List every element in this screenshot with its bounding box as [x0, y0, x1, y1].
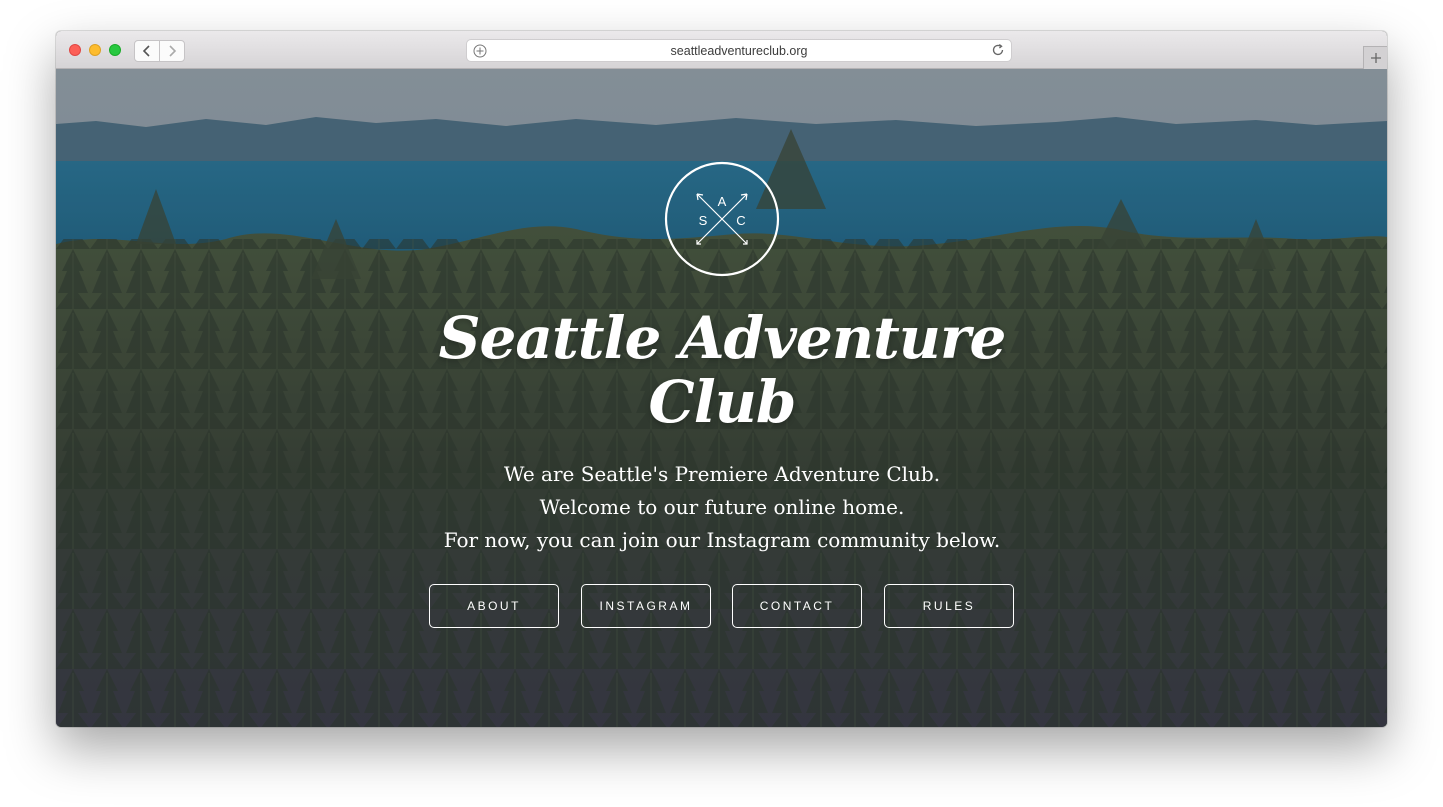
about-button[interactable]: ABOUT [429, 584, 559, 628]
tagline-line-1: We are Seattle's Premiere Adventure Club… [503, 462, 941, 486]
forward-button[interactable] [159, 40, 185, 62]
logo-letter-a: A [718, 194, 727, 209]
chevron-left-icon [142, 45, 150, 57]
hero-section: A S C Seattle Adventure Club We are Seat… [56, 69, 1387, 727]
contact-button[interactable]: CONTACT [732, 584, 862, 628]
new-tab-button[interactable] [1363, 46, 1387, 69]
logo-letter-s: S [699, 213, 708, 228]
maximize-window-button[interactable] [109, 44, 121, 56]
tagline-line-3: For now, you can join our Instagram comm… [443, 528, 1001, 552]
browser-window: seattleadventureclub.org A S C Seattle A… [56, 31, 1387, 727]
chevron-right-icon [169, 45, 177, 57]
site-title-line-1: Seattle Adventure [438, 304, 1007, 372]
tagline: We are Seattle's Premiere Adventure Club… [321, 458, 1123, 557]
close-window-button[interactable] [69, 44, 81, 56]
plus-icon [1370, 53, 1381, 63]
address-bar[interactable]: seattleadventureclub.org [466, 39, 1012, 62]
instagram-button[interactable]: INSTAGRAM [581, 584, 711, 628]
club-logo: A S C [664, 161, 780, 277]
reload-icon[interactable] [991, 43, 1005, 57]
site-title: Seattle Adventure Club [421, 306, 1023, 434]
logo-letter-c: C [736, 213, 745, 228]
rules-button[interactable]: RULES [884, 584, 1014, 628]
tagline-line-2: Welcome to our future online home. [539, 495, 905, 519]
minimize-window-button[interactable] [89, 44, 101, 56]
site-title-line-2: Club [648, 368, 797, 436]
back-button[interactable] [134, 40, 160, 62]
address-url: seattleadventureclub.org [670, 44, 808, 58]
browser-toolbar: seattleadventureclub.org [56, 31, 1387, 69]
